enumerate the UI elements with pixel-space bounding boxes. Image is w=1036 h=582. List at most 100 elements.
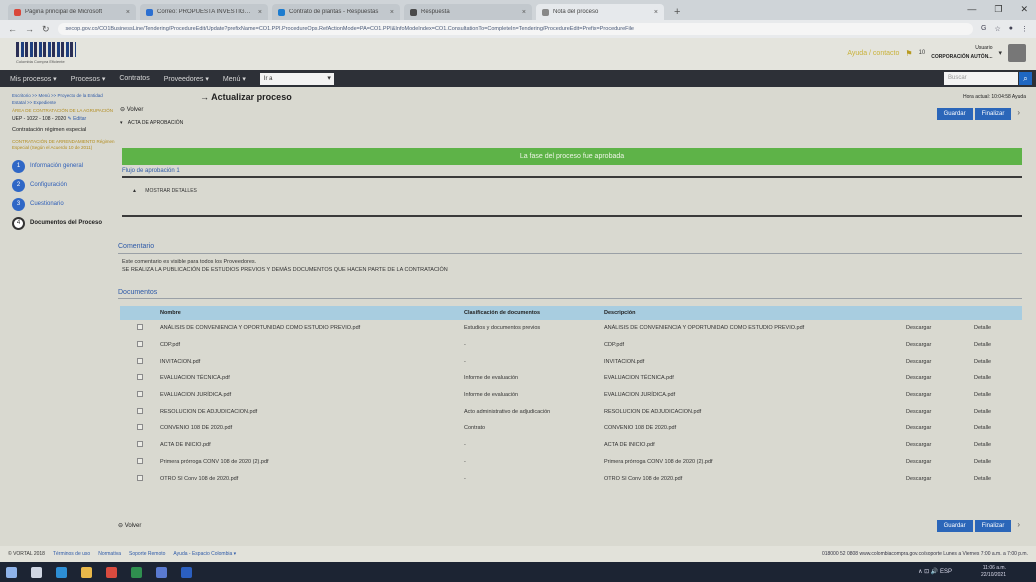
secop-logo[interactable]: Colombia Compra Eficiente	[16, 42, 76, 64]
chrome-icon[interactable]	[106, 566, 117, 578]
row-checkbox[interactable]	[137, 341, 143, 348]
close-window-button[interactable]: ✕	[1020, 4, 1028, 15]
edit-link[interactable]: ✎ Editar	[68, 116, 87, 122]
download-link[interactable]: Descargar	[902, 470, 970, 487]
row-checkbox[interactable]	[137, 474, 143, 481]
step-item[interactable]: 2 Configuración	[12, 178, 116, 192]
detail-link[interactable]: Detalle	[970, 470, 1022, 487]
excel-icon[interactable]	[131, 566, 142, 578]
windows-icon[interactable]	[6, 566, 17, 578]
detail-link[interactable]: Detalle	[970, 387, 1022, 404]
menu-proveedores[interactable]: Proveedores ▾	[164, 75, 209, 83]
save-button[interactable]: Guardar	[936, 108, 973, 120]
browser-tab[interactable]: Nota del proceso ×	[536, 4, 664, 20]
word-icon[interactable]	[181, 566, 192, 578]
step-item[interactable]: 3 Cuestionario	[12, 197, 116, 211]
download-link[interactable]: Descargar	[902, 420, 970, 437]
user-dropdown-icon[interactable]: ▾	[998, 49, 1002, 57]
footer-link[interactable]: Ayuda - Espacio Colombia ▾	[173, 551, 236, 557]
download-link[interactable]: Descargar	[902, 454, 970, 471]
close-tab-icon[interactable]: ×	[126, 9, 130, 16]
maximize-button[interactable]: ❐	[994, 4, 1002, 15]
new-tab-button[interactable]: +	[668, 6, 686, 20]
more-options-icon[interactable]: ›	[1017, 108, 1020, 120]
detail-link[interactable]: Detalle	[970, 454, 1022, 471]
detail-link[interactable]: Detalle	[970, 420, 1022, 437]
search-icon[interactable]: ⌕	[1019, 72, 1032, 85]
breadcrumb[interactable]: Escritorio >> Menú >> Proyecto de la Ent…	[12, 92, 116, 106]
url-field[interactable]: secop.gov.co/CO1BusinessLine/Tendering/P…	[57, 23, 974, 35]
download-link[interactable]: Descargar	[902, 387, 970, 404]
row-checkbox[interactable]	[137, 391, 143, 398]
row-checkbox[interactable]	[137, 407, 143, 414]
download-link[interactable]: Descargar	[902, 337, 970, 354]
extension-icon[interactable]: G	[981, 25, 986, 33]
goto-select[interactable]: Ir a	[259, 72, 334, 85]
step-item[interactable]: 1 Información general	[12, 159, 116, 173]
menu-contratos[interactable]: Contratos	[119, 75, 149, 82]
avatar[interactable]	[1008, 44, 1026, 62]
download-link[interactable]: Descargar	[902, 403, 970, 420]
detail-link[interactable]: Detalle	[970, 353, 1022, 370]
download-link[interactable]: Descargar	[902, 320, 970, 337]
row-checkbox[interactable]	[137, 441, 143, 448]
detail-link[interactable]: Detalle	[970, 437, 1022, 454]
forward-arrow-icon[interactable]: →	[25, 24, 34, 34]
help-link[interactable]: Ayuda / contacto	[847, 50, 899, 57]
explorer-icon[interactable]	[81, 566, 92, 578]
footer-link[interactable]: Normativa	[98, 551, 121, 557]
approval-flow-link[interactable]: Flujo de aprobación 1	[122, 168, 180, 174]
finish-button[interactable]: Finalizar	[974, 520, 1012, 532]
download-link[interactable]: Descargar	[902, 437, 970, 454]
edge-icon[interactable]	[56, 566, 67, 578]
row-checkbox[interactable]	[137, 357, 143, 364]
row-checkbox[interactable]	[137, 424, 143, 431]
reload-icon[interactable]: ↻	[42, 24, 50, 35]
row-checkbox[interactable]	[137, 324, 143, 331]
close-tab-icon[interactable]: ×	[522, 9, 526, 16]
close-tab-icon[interactable]: ×	[390, 9, 394, 16]
browser-tab[interactable]: Contrato de plantas - Respuestas ×	[272, 4, 400, 20]
more-options-icon[interactable]: ›	[1017, 520, 1020, 532]
browser-tab[interactable]: Respuesta ×	[404, 4, 532, 20]
save-button[interactable]: Guardar	[936, 520, 973, 532]
doc-classification: Informe de evaluación	[464, 375, 519, 382]
download-link[interactable]: Descargar	[902, 370, 970, 387]
search-input[interactable]: Buscar	[944, 72, 1018, 85]
back-button-bottom[interactable]: ⊖ Volver	[118, 522, 141, 529]
detail-link[interactable]: Detalle	[970, 337, 1022, 354]
tab-favicon-icon	[14, 8, 21, 16]
footer-link[interactable]: Términos de uso	[53, 551, 90, 557]
detail-link[interactable]: Detalle	[970, 403, 1022, 420]
clock[interactable]: 11:06 a.m. 22/10/2021	[981, 565, 1006, 579]
menu-procesos[interactable]: Procesos ▾	[71, 75, 106, 83]
detail-link[interactable]: Detalle	[970, 370, 1022, 387]
bookmark-icon[interactable]: ☆	[994, 25, 1000, 33]
minimize-button[interactable]: —	[967, 4, 976, 15]
row-checkbox[interactable]	[137, 457, 143, 464]
finish-button[interactable]: Finalizar	[974, 108, 1012, 120]
menu-dots-icon[interactable]: ⋮	[1021, 25, 1028, 33]
row-checkbox[interactable]	[137, 374, 143, 381]
step-item[interactable]: 4 Documentos del Proceso	[12, 216, 116, 230]
download-link[interactable]: Descargar	[902, 353, 970, 370]
notification-icon[interactable]: ⚑	[905, 49, 912, 58]
back-arrow-icon[interactable]: ←	[8, 24, 17, 34]
menu-menu[interactable]: Menú ▾	[223, 75, 246, 83]
detail-link[interactable]: Detalle	[970, 320, 1022, 337]
browser-tab[interactable]: Página principal de Microsoft ×	[8, 4, 136, 20]
close-tab-icon[interactable]: ×	[258, 9, 262, 16]
top-actions: Guardar Finalizar ›	[936, 108, 1020, 120]
browser-tab[interactable]: Correo: PROPUESTA INVESTIGACIÓN ×	[140, 4, 268, 20]
system-tray[interactable]: ∧ ⊡ 🔊 ESP	[918, 568, 952, 575]
search-icon[interactable]	[31, 566, 42, 578]
user-name[interactable]: Usuario CORPORACIÓN AUTÓN...	[931, 44, 992, 62]
show-details-toggle[interactable]: ▲ MOSTRAR DETALLES	[132, 188, 197, 194]
store-icon[interactable]	[156, 566, 167, 578]
footer-link[interactable]: Soporte Remoto	[129, 551, 165, 557]
acta-toggle[interactable]: ▾ ACTA DE APROBACIÓN	[120, 120, 183, 126]
profile-icon[interactable]: ●	[1009, 25, 1013, 33]
close-tab-icon[interactable]: ×	[654, 9, 658, 16]
menu-mis-procesos[interactable]: Mis procesos ▾	[10, 75, 57, 83]
back-button-top[interactable]: ⊖ Volver	[120, 106, 143, 113]
